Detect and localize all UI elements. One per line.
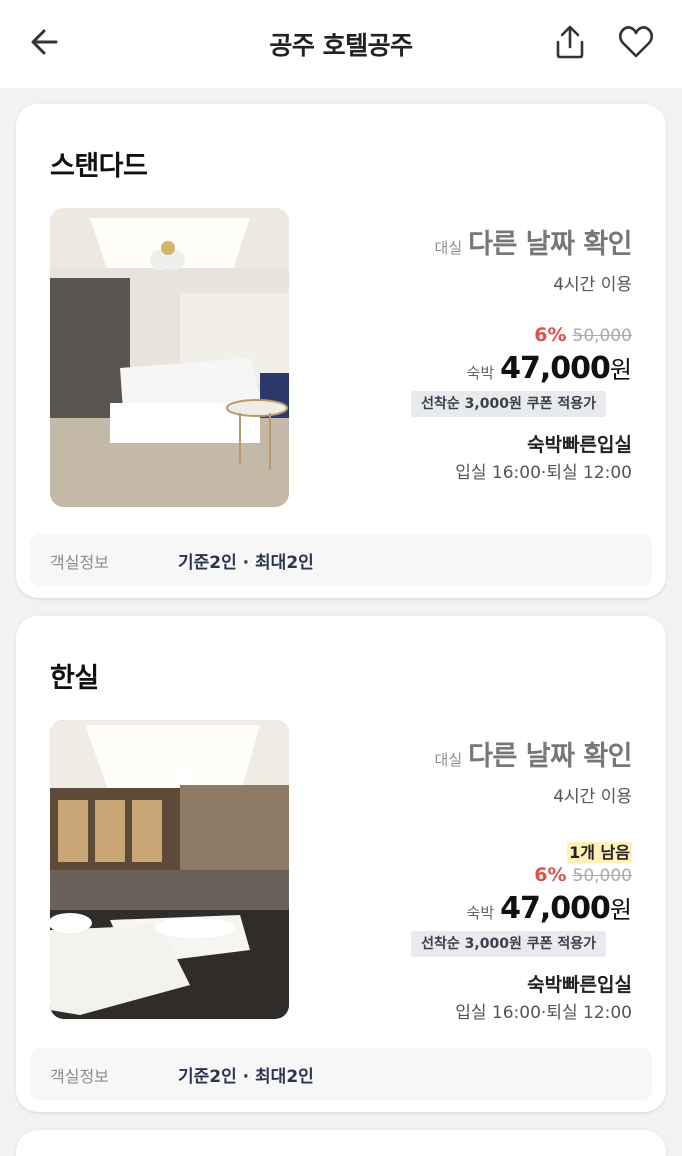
room-card[interactable] — [16, 1130, 666, 1156]
remaining-row: 1개 남음 — [567, 839, 632, 863]
room-info-label: 객실정보 — [50, 1067, 109, 1086]
daesil-hours: 4시간 이용 — [553, 275, 632, 295]
room-name: 스탠다드 — [50, 151, 148, 182]
checkin-type: 숙박빠른입실 — [527, 974, 632, 996]
room-capacity: 기준2인 · 최대2인 — [178, 553, 314, 573]
discount-row: 6% 50,000 — [534, 324, 632, 346]
daesil-hours: 4시간 이용 — [553, 787, 632, 807]
checkin-time: 입실 16:00·퇴실 12:00 — [455, 1003, 632, 1023]
price-row: 숙박 47,000원 — [467, 890, 632, 926]
daesil-value[interactable]: 다른 날짜 확인 — [468, 229, 632, 260]
discount-percent: 6% — [534, 324, 567, 346]
room-name: 한실 — [50, 663, 99, 694]
daesil-label: 대실 — [434, 751, 463, 769]
price-unit: 원 — [609, 356, 632, 384]
share-icon[interactable] — [548, 20, 592, 64]
original-price: 50,000 — [572, 866, 632, 886]
room-card[interactable]: 한실 대실 다른 날짜 확인 4시간 이용 1개 남음 6%50,000 숙박 — [16, 616, 666, 1112]
room-photo[interactable] — [50, 208, 289, 507]
room-info-bar: 객실정보 기준2인 · 최대2인 — [30, 534, 652, 586]
coupon-badge: 선착순 3,000원 쿠폰 적용가 — [411, 391, 606, 417]
room-info-label: 객실정보 — [50, 553, 109, 572]
checkin-time: 입실 16:00·퇴실 12:00 — [455, 463, 632, 483]
room-capacity: 기준2인 · 최대2인 — [178, 1067, 314, 1087]
price-unit: 원 — [609, 896, 632, 924]
daesil-label: 대실 — [434, 239, 463, 257]
daesil-value[interactable]: 다른 날짜 확인 — [468, 741, 632, 772]
price-value: 47,000 — [500, 891, 611, 926]
room-info-bar: 객실정보 기준2인 · 최대2인 — [30, 1048, 652, 1100]
top-app-bar: 공주 호텔공주 — [0, 0, 682, 88]
daesil-row: 대실 다른 날짜 확인 — [434, 734, 633, 773]
remaining-badge: 1개 남음 — [567, 842, 632, 863]
heart-icon[interactable] — [614, 20, 658, 64]
room-photo[interactable] — [50, 720, 289, 1019]
price-value: 47,000 — [500, 351, 611, 386]
coupon-badge: 선착순 3,000원 쿠폰 적용가 — [411, 931, 606, 957]
room-card[interactable]: 스탠다드 대실 다른 날짜 확인 4시간 이용 6% 50,000 숙박 47,000… — [16, 104, 666, 598]
discount-percent: 6% — [534, 864, 567, 886]
price-label: 숙박 — [466, 364, 495, 382]
daesil-row: 대실 다른 날짜 확인 — [434, 222, 633, 261]
checkin-type: 숙박빠른입실 — [527, 434, 632, 456]
discount-row: 6% 50,000 — [534, 864, 632, 886]
original-price: 50,000 — [572, 326, 632, 346]
price-label: 숙박 — [466, 904, 495, 922]
price-row: 숙박 47,000원 — [467, 350, 632, 386]
